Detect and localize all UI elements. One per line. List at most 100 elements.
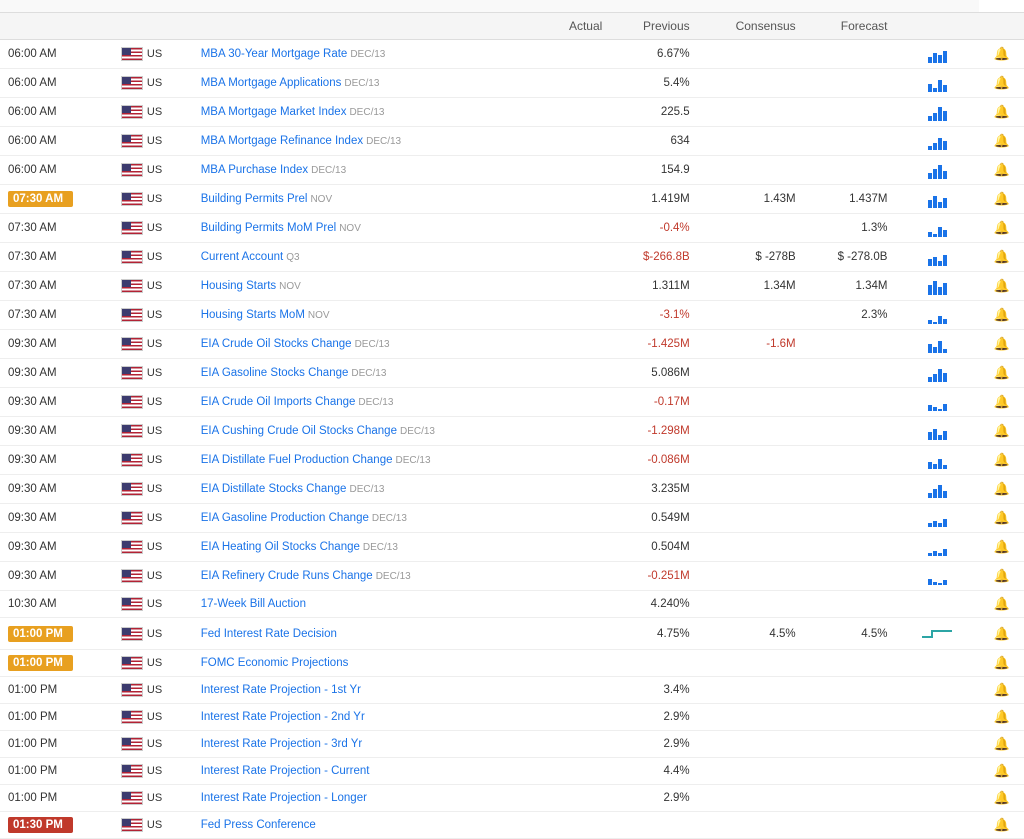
- event-name[interactable]: EIA Crude Oil Imports Change: [201, 396, 356, 408]
- bell-icon[interactable]: 🔔: [993, 510, 1009, 525]
- chart-bar: [943, 431, 947, 440]
- bell-cell[interactable]: 🔔: [979, 185, 1024, 214]
- event-name[interactable]: Fed Press Conference: [201, 819, 316, 831]
- bell-icon[interactable]: 🔔: [993, 736, 1009, 751]
- bell-cell[interactable]: 🔔: [979, 533, 1024, 562]
- bell-icon[interactable]: 🔔: [993, 568, 1009, 583]
- bell-cell[interactable]: 🔔: [979, 243, 1024, 272]
- event-name[interactable]: EIA Cushing Crude Oil Stocks Change: [201, 425, 397, 437]
- us-flag-icon: [121, 764, 143, 778]
- bell-icon[interactable]: 🔔: [993, 596, 1009, 611]
- event-name[interactable]: EIA Distillate Stocks Change: [201, 483, 347, 495]
- bell-cell[interactable]: 🔔: [979, 127, 1024, 156]
- bell-cell[interactable]: 🔔: [979, 650, 1024, 677]
- bell-cell[interactable]: 🔔: [979, 156, 1024, 185]
- chart-bar: [928, 57, 932, 63]
- bell-icon[interactable]: 🔔: [993, 626, 1009, 641]
- bell-cell[interactable]: 🔔: [979, 272, 1024, 301]
- previous-value: 5.086M: [651, 367, 689, 379]
- bell-icon[interactable]: 🔔: [993, 307, 1009, 322]
- bell-cell[interactable]: 🔔: [979, 475, 1024, 504]
- bell-cell[interactable]: 🔔: [979, 98, 1024, 127]
- bell-cell[interactable]: 🔔: [979, 618, 1024, 650]
- mini-chart: [928, 393, 947, 411]
- event-name[interactable]: Interest Rate Projection - Current: [201, 765, 370, 777]
- bell-icon[interactable]: 🔔: [993, 655, 1009, 670]
- bell-cell[interactable]: 🔔: [979, 388, 1024, 417]
- bell-cell[interactable]: 🔔: [979, 731, 1024, 758]
- country-cell: US: [113, 388, 193, 417]
- bell-icon[interactable]: 🔔: [993, 75, 1009, 90]
- chart-bar: [933, 582, 937, 585]
- bell-icon[interactable]: 🔔: [993, 220, 1009, 235]
- bell-icon[interactable]: 🔔: [993, 763, 1009, 778]
- bell-icon[interactable]: 🔔: [993, 817, 1009, 832]
- bell-icon[interactable]: 🔔: [993, 539, 1009, 554]
- event-name[interactable]: EIA Refinery Crude Runs Change: [201, 570, 373, 582]
- event-name[interactable]: Interest Rate Projection - 2nd Yr: [201, 711, 365, 723]
- bell-icon[interactable]: 🔔: [993, 104, 1009, 119]
- bell-cell[interactable]: 🔔: [979, 562, 1024, 591]
- bell-icon[interactable]: 🔔: [993, 452, 1009, 467]
- event-name[interactable]: MBA Mortgage Market Index: [201, 106, 347, 118]
- bell-cell[interactable]: 🔔: [979, 69, 1024, 98]
- event-name[interactable]: MBA Mortgage Applications: [201, 77, 342, 89]
- us-flag-icon: [121, 163, 143, 177]
- bell-icon[interactable]: 🔔: [993, 790, 1009, 805]
- bell-cell[interactable]: 🔔: [979, 785, 1024, 812]
- country-code: US: [147, 135, 162, 147]
- bell-cell[interactable]: 🔔: [979, 446, 1024, 475]
- bell-icon[interactable]: 🔔: [993, 162, 1009, 177]
- actual-cell: [542, 272, 611, 301]
- event-name[interactable]: Fed Interest Rate Decision: [201, 628, 337, 640]
- event-name[interactable]: Interest Rate Projection - 3rd Yr: [201, 738, 363, 750]
- event-name[interactable]: MBA Mortgage Refinance Index: [201, 135, 363, 147]
- previous-value: 2.9%: [663, 792, 689, 804]
- bell-icon[interactable]: 🔔: [993, 481, 1009, 496]
- event-name[interactable]: Building Permits MoM Prel: [201, 222, 336, 234]
- bell-icon[interactable]: 🔔: [993, 133, 1009, 148]
- bell-cell[interactable]: 🔔: [979, 758, 1024, 785]
- time-cell: 09:30 AM: [0, 446, 113, 475]
- bell-cell[interactable]: 🔔: [979, 330, 1024, 359]
- bell-cell[interactable]: 🔔: [979, 504, 1024, 533]
- event-name[interactable]: EIA Crude Oil Stocks Change: [201, 338, 352, 350]
- chart-cell: [895, 562, 979, 591]
- bell-icon[interactable]: 🔔: [993, 394, 1009, 409]
- bell-cell[interactable]: 🔔: [979, 40, 1024, 69]
- bell-cell[interactable]: 🔔: [979, 301, 1024, 330]
- event-name[interactable]: MBA Purchase Index: [201, 164, 308, 176]
- event-name[interactable]: FOMC Economic Projections: [201, 657, 349, 669]
- chart-bar: [943, 404, 947, 411]
- consensus-cell: [698, 562, 804, 591]
- event-name[interactable]: 17-Week Bill Auction: [201, 598, 306, 610]
- bell-cell[interactable]: 🔔: [979, 417, 1024, 446]
- bell-icon[interactable]: 🔔: [993, 278, 1009, 293]
- event-name[interactable]: MBA 30-Year Mortgage Rate: [201, 48, 348, 60]
- event-name[interactable]: EIA Distillate Fuel Production Change: [201, 454, 393, 466]
- bell-cell[interactable]: 🔔: [979, 704, 1024, 731]
- event-name[interactable]: Housing Starts: [201, 280, 276, 292]
- bell-icon[interactable]: 🔔: [993, 336, 1009, 351]
- event-name[interactable]: EIA Gasoline Stocks Change: [201, 367, 349, 379]
- event-name[interactable]: Current Account: [201, 251, 283, 263]
- event-name[interactable]: Interest Rate Projection - Longer: [201, 792, 367, 804]
- event-name[interactable]: Building Permits Prel: [201, 193, 308, 205]
- bell-cell[interactable]: 🔔: [979, 591, 1024, 618]
- bell-cell[interactable]: 🔔: [979, 812, 1024, 839]
- bell-icon[interactable]: 🔔: [993, 365, 1009, 380]
- bell-icon[interactable]: 🔔: [993, 709, 1009, 724]
- bell-cell[interactable]: 🔔: [979, 214, 1024, 243]
- bell-icon[interactable]: 🔔: [993, 249, 1009, 264]
- bell-icon[interactable]: 🔔: [993, 46, 1009, 61]
- bell-icon[interactable]: 🔔: [993, 191, 1009, 206]
- event-name[interactable]: EIA Heating Oil Stocks Change: [201, 541, 360, 553]
- bell-cell[interactable]: 🔔: [979, 677, 1024, 704]
- event-name[interactable]: Interest Rate Projection - 1st Yr: [201, 684, 361, 696]
- event-name[interactable]: EIA Gasoline Production Change: [201, 512, 369, 524]
- bell-cell[interactable]: 🔔: [979, 359, 1024, 388]
- event-name[interactable]: Housing Starts MoM: [201, 309, 305, 321]
- bell-icon[interactable]: 🔔: [993, 423, 1009, 438]
- bell-icon[interactable]: 🔔: [993, 682, 1009, 697]
- table-row: 06:00 AM US MBA Mortgage ApplicationsDEC…: [0, 69, 1024, 98]
